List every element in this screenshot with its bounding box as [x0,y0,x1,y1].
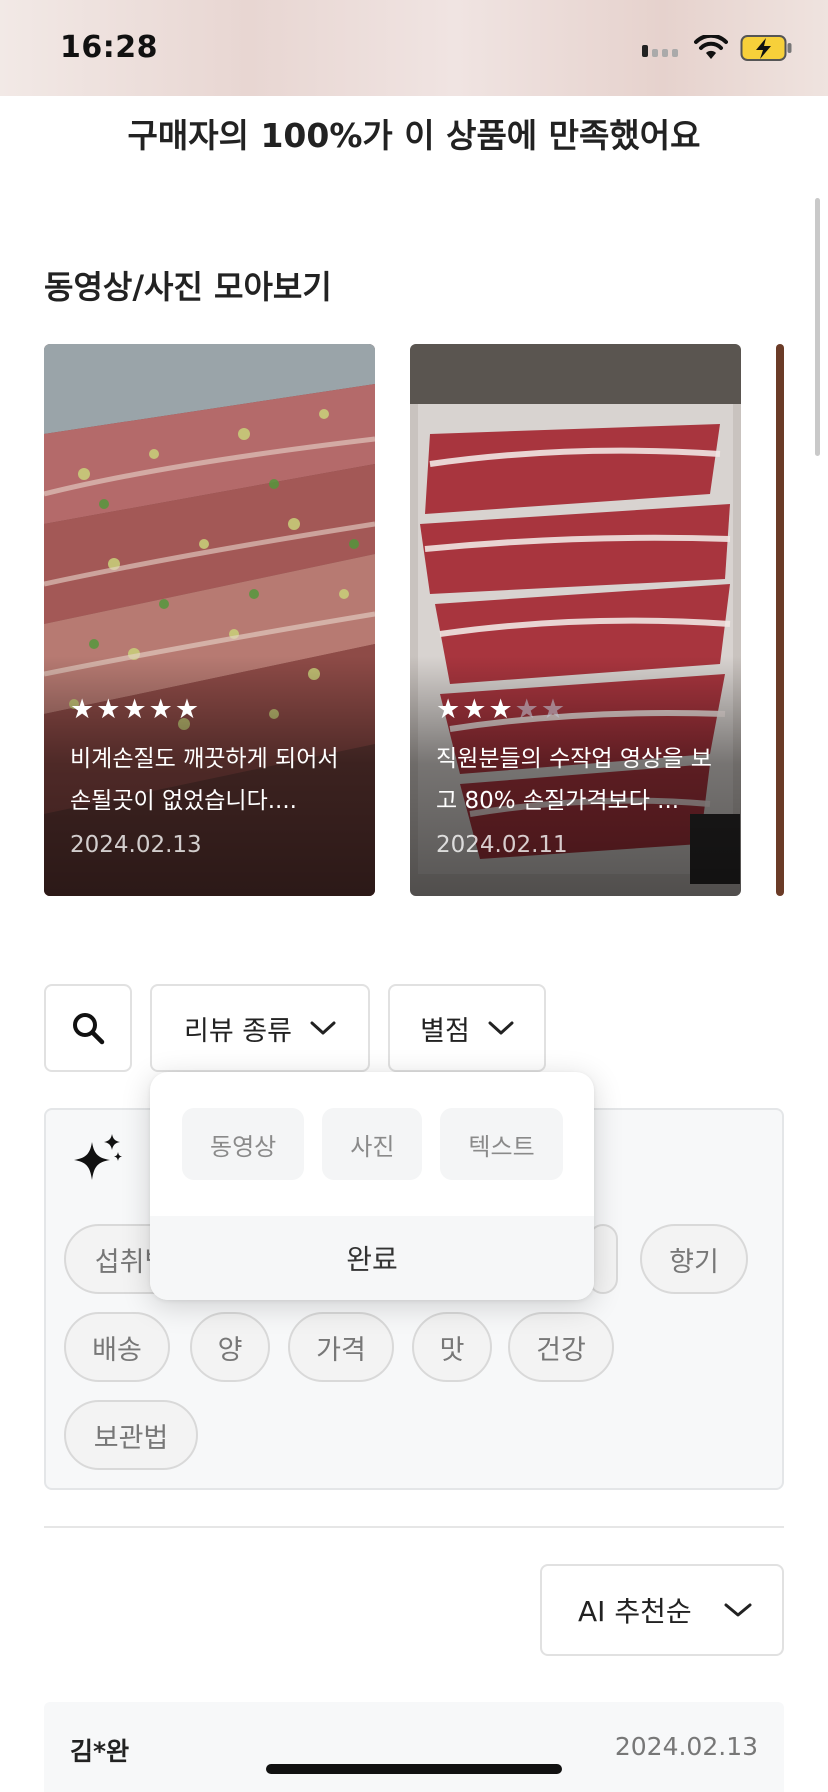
keyword-chip[interactable]: 양 [190,1312,270,1382]
chevron-down-icon [310,1021,336,1035]
option-photo[interactable]: 사진 [322,1108,423,1180]
rating-label: 별점 [420,1015,470,1047]
review-author: 김*완 [70,1737,130,1766]
satisfaction-banner: 구매자의 100%가 이 상품에 만족했어요 [127,116,701,155]
review-item[interactable]: 김*완 2024.02.13 [44,1702,784,1792]
star-icon: ★ [462,694,487,725]
star-icon: ★ [96,694,121,725]
star-rating: ★ ★ ★ ★ ★ [436,696,565,723]
review-date: 2024.02.13 [614,1732,758,1761]
keyword-chip[interactable]: 맛 [412,1312,492,1382]
review-type-dropdown[interactable]: 리뷰 종류 [150,984,370,1072]
keyword-chip[interactable]: 가격 [288,1312,394,1382]
sort-dropdown[interactable]: AI 추천순 [540,1564,784,1656]
wifi-icon [694,35,728,59]
star-icon: ★ [122,694,147,725]
sparkle-icon [74,1134,122,1180]
star-icon: ★ [436,694,461,725]
photo-gallery[interactable]: ★ ★ ★ ★ ★ 비계손질도 깨끗하게 되어서 손될곳이 없었습니다.... 2024… [44,344,784,896]
gallery-title: 동영상/사진 모아보기 [44,268,332,306]
chevron-down-icon [488,1021,514,1035]
section-divider [44,1526,784,1528]
gallery-card[interactable]: ★ ★ ★ ★ ★ 비계손질도 깨끗하게 되어서 손될곳이 없었습니다.... 2024… [44,344,375,896]
card-review-text: 비계손질도 깨끗하게 되어서 손될곳이 없었습니다.... [70,746,339,814]
gallery-card-partial[interactable] [776,344,784,896]
rating-dropdown[interactable]: 별점 [388,984,546,1072]
star-icon: ★ [488,694,513,725]
home-indicator [266,1764,562,1774]
chevron-down-icon [724,1603,752,1617]
review-type-options: 동영상 사진 텍스트 [182,1108,563,1180]
option-video[interactable]: 동영상 [182,1108,305,1180]
star-icon: ★ [514,694,539,725]
cellular-signal-icon [642,45,678,57]
search-icon [73,1013,105,1045]
star-icon: ★ [540,694,566,725]
option-text[interactable]: 텍스트 [440,1108,563,1180]
done-button[interactable]: 완료 [150,1216,594,1300]
sort-label: AI 추천순 [578,1595,692,1628]
battery-charging-icon [740,35,792,61]
status-icons [642,34,794,62]
star-rating: ★ ★ ★ ★ ★ [70,696,199,723]
star-icon: ★ [174,694,200,725]
search-button[interactable] [44,984,132,1072]
gallery-card[interactable]: ★ ★ ★ ★ ★ 직원분들의 수작업 영상을 보고 80% 손질가격보다 ... 20… [410,344,741,896]
keyword-chip[interactable]: 보관법 [64,1400,198,1470]
review-type-label: 리뷰 종류 [184,1015,292,1047]
keyword-chip[interactable]: 향기 [640,1224,748,1294]
card-date: 2024.02.13 [70,832,202,858]
card-date: 2024.02.11 [436,832,568,858]
review-type-popover: 동영상 사진 텍스트 완료 [150,1072,594,1300]
card-review-text: 직원분들의 수작업 영상을 보고 80% 손질가격보다 ... [436,746,712,814]
status-bar: 16:28 [0,0,828,96]
star-icon: ★ [148,694,173,725]
review-filters: 리뷰 종류 별점 [44,984,546,1072]
status-time: 16:28 [60,30,158,65]
scroll-indicator [815,198,820,456]
keyword-chip[interactable]: 배송 [64,1312,170,1382]
keyword-chip[interactable]: 건강 [508,1312,614,1382]
star-icon: ★ [70,694,95,725]
